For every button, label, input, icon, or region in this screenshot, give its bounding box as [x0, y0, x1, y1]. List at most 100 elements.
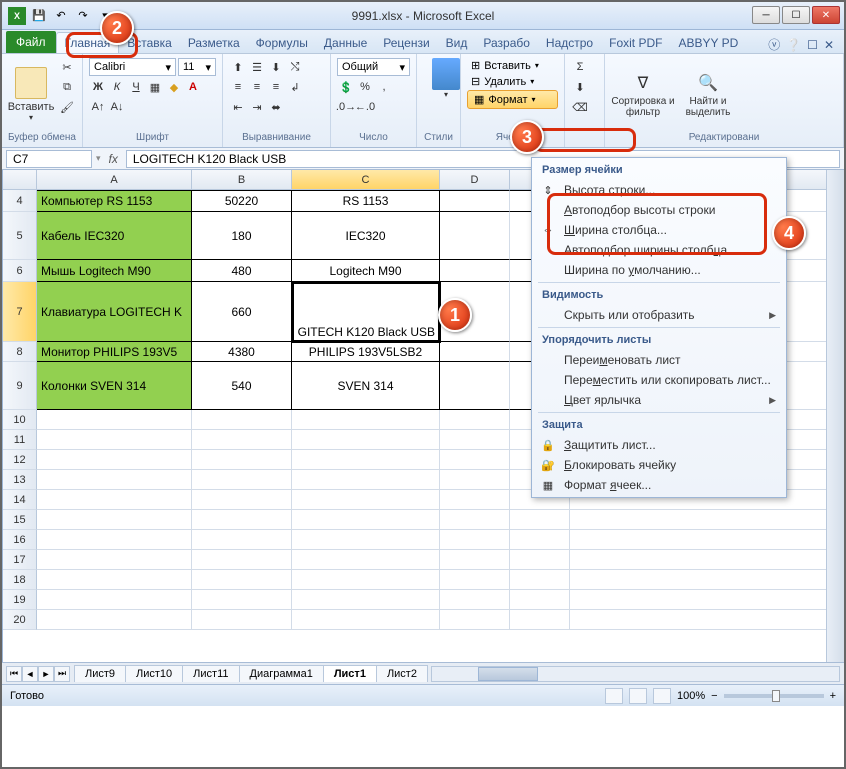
tab-formulas[interactable]: Формулы [248, 33, 316, 53]
merge-icon[interactable]: ⬌ [267, 98, 285, 116]
cell[interactable] [37, 450, 192, 470]
dd-rename-sheet[interactable]: Переименовать лист [534, 350, 784, 370]
shrink-font-icon[interactable]: A↓ [108, 98, 126, 116]
row-header[interactable]: 4 [3, 190, 37, 212]
dd-row-height[interactable]: ⇕Высота строки... [534, 180, 784, 200]
row-header[interactable]: 17 [3, 550, 37, 570]
cell[interactable]: 660 [192, 282, 292, 342]
zoom-out-icon[interactable]: − [711, 690, 717, 702]
cell[interactable] [292, 590, 440, 610]
col-header-a[interactable]: A [37, 170, 192, 189]
sheet-nav-last-icon[interactable]: ⏭ [54, 666, 70, 682]
cell[interactable] [292, 530, 440, 550]
dd-autofit-col[interactable]: Автоподбор ширины столбца [534, 240, 784, 260]
cell[interactable] [292, 410, 440, 430]
cell[interactable] [192, 490, 292, 510]
window-restore-icon[interactable]: ☐ [807, 38, 818, 52]
tab-abbyy[interactable]: ABBYY PD [670, 33, 746, 53]
currency-icon[interactable]: 💲 [337, 78, 355, 96]
cell[interactable] [192, 430, 292, 450]
cell[interactable] [440, 410, 510, 430]
align-center-icon[interactable]: ≡ [248, 78, 266, 96]
font-name-combo[interactable]: Calibri▾ [89, 58, 176, 76]
cell[interactable] [192, 510, 292, 530]
comma-icon[interactable]: , [375, 78, 393, 96]
tab-view[interactable]: Вид [438, 33, 476, 53]
copy-icon[interactable]: ⧉ [58, 78, 76, 96]
row-header[interactable]: 16 [3, 530, 37, 550]
row-header[interactable]: 19 [3, 590, 37, 610]
cell[interactable] [192, 610, 292, 630]
tab-data[interactable]: Данные [316, 33, 375, 53]
row-header[interactable]: 11 [3, 430, 37, 450]
cell[interactable] [292, 470, 440, 490]
row-header[interactable]: 8 [3, 342, 37, 362]
font-color-icon[interactable]: A [184, 78, 202, 96]
sheet-nav-next-icon[interactable]: ► [38, 666, 54, 682]
cell[interactable]: 480 [192, 260, 292, 282]
autosum-icon[interactable]: Σ [571, 58, 589, 76]
cell[interactable]: IEC320 [292, 212, 440, 260]
sheet-tab[interactable]: Лист2 [376, 665, 428, 682]
cell[interactable] [192, 590, 292, 610]
cell[interactable]: SVEN 314 [292, 362, 440, 410]
sheet-tab[interactable]: Лист1 [323, 665, 377, 682]
cell[interactable] [440, 610, 510, 630]
wrap-text-icon[interactable]: ↲ [286, 78, 304, 96]
cell[interactable] [37, 530, 192, 550]
col-header-d[interactable]: D [440, 170, 510, 189]
cell[interactable] [37, 510, 192, 530]
align-bottom-icon[interactable]: ⬇ [267, 58, 285, 76]
cell[interactable]: Logitech M90 [292, 260, 440, 282]
delete-cells-button[interactable]: ⊟Удалить▾ [467, 74, 558, 89]
cell[interactable] [292, 550, 440, 570]
row-header[interactable]: 6 [3, 260, 37, 282]
cell[interactable] [440, 570, 510, 590]
fx-icon[interactable]: fx [101, 152, 126, 166]
cell[interactable] [37, 490, 192, 510]
row-header[interactable]: 14 [3, 490, 37, 510]
italic-icon[interactable]: К [108, 78, 126, 96]
sheet-tab[interactable]: Лист10 [125, 665, 183, 682]
cell[interactable]: Клавиатура LOGITECH K [37, 282, 192, 342]
align-right-icon[interactable]: ≡ [267, 78, 285, 96]
align-top-icon[interactable]: ⬆ [229, 58, 247, 76]
decrease-decimal-icon[interactable]: ←.0 [356, 98, 374, 116]
decrease-indent-icon[interactable]: ⇤ [229, 98, 247, 116]
dd-hide-show[interactable]: Скрыть или отобразить▶ [534, 305, 784, 325]
cell[interactable] [292, 430, 440, 450]
cell[interactable] [192, 450, 292, 470]
cell[interactable] [440, 190, 510, 212]
cell[interactable] [510, 610, 570, 630]
select-all-corner[interactable] [3, 170, 37, 189]
cell[interactable] [440, 260, 510, 282]
align-left-icon[interactable]: ≡ [229, 78, 247, 96]
cell[interactable] [510, 510, 570, 530]
cell[interactable] [37, 610, 192, 630]
dd-format-cells[interactable]: ▦Формат ячеек... [534, 475, 784, 495]
row-header[interactable]: 20 [3, 610, 37, 630]
sort-filter-button[interactable]: ᐁ Сортировка и фильтр [611, 58, 675, 130]
cell[interactable]: Колонки SVEN 314 [37, 362, 192, 410]
cut-icon[interactable]: ✂ [58, 58, 76, 76]
horizontal-scrollbar[interactable] [431, 666, 840, 682]
minimize-ribbon-icon[interactable]: ⓥ [768, 36, 780, 53]
cell[interactable] [510, 590, 570, 610]
cell[interactable] [440, 530, 510, 550]
row-header[interactable]: 13 [3, 470, 37, 490]
view-layout-icon[interactable] [629, 688, 647, 704]
row-header[interactable]: 5 [3, 212, 37, 260]
sheet-tab[interactable]: Диаграмма1 [239, 665, 324, 682]
cell[interactable] [37, 550, 192, 570]
cell[interactable] [510, 550, 570, 570]
zoom-in-icon[interactable]: + [830, 690, 836, 702]
row-header[interactable]: 10 [3, 410, 37, 430]
help-icon[interactable]: ❔ [786, 38, 801, 52]
cell[interactable] [37, 470, 192, 490]
dd-lock-cell[interactable]: 🔐Блокировать ячейку [534, 455, 784, 475]
cell[interactable] [192, 550, 292, 570]
dd-col-width[interactable]: ⇔Ширина столбца... [534, 220, 784, 240]
save-icon[interactable]: 💾 [30, 7, 48, 25]
cell[interactable] [440, 510, 510, 530]
sheet-nav-prev-icon[interactable]: ◄ [22, 666, 38, 682]
